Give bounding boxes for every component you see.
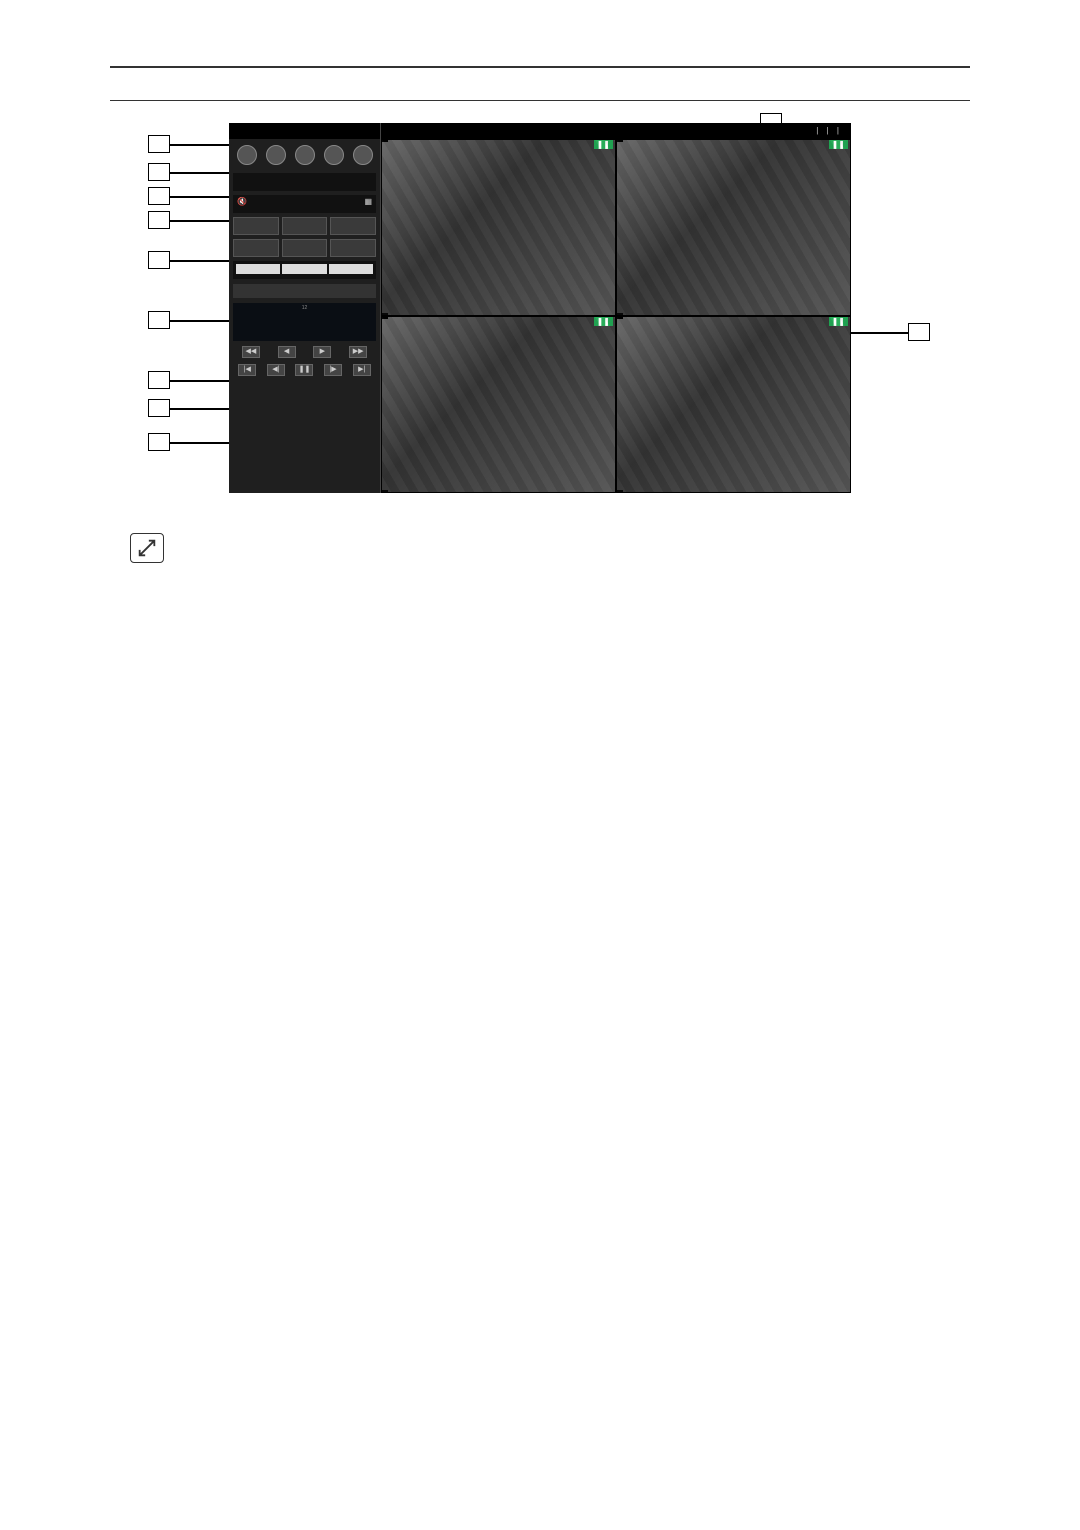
fast-forward-button[interactable]: ▶▶ <box>349 346 367 358</box>
cam-1-pause-icon: ❚❚ <box>594 140 613 149</box>
callout-11 <box>908 323 930 341</box>
cam-3-timestamp <box>382 490 388 492</box>
sequence-button[interactable] <box>233 217 279 235</box>
callout-3 <box>148 163 170 181</box>
skip-start-button[interactable]: |◀ <box>238 364 256 376</box>
callout-8 <box>148 371 170 389</box>
notes-block <box>130 533 970 563</box>
capture-button[interactable] <box>233 239 279 257</box>
note-icon <box>130 533 164 563</box>
previous-button[interactable] <box>282 217 328 235</box>
cam-4-timestamp <box>617 490 623 492</box>
cam-1-label <box>382 140 388 142</box>
annotated-screenshot: 🔇 ▦ <box>150 123 930 493</box>
cam-3-pause-icon: ❚❚ <box>594 317 613 326</box>
search-viewer-screenshot: 🔇 ▦ <box>229 123 851 493</box>
dvr-info-bar <box>233 173 376 191</box>
cam-tile-1: ❚❚ <box>381 139 616 316</box>
capture-row <box>233 239 376 257</box>
timeline[interactable]: 12 <box>233 303 376 341</box>
section-title <box>110 94 970 101</box>
cam-4-pause-icon: ❚❚ <box>829 317 848 326</box>
callout-6 <box>148 251 170 269</box>
cam-2-timestamp <box>617 313 623 315</box>
header-ip <box>229 123 380 139</box>
split-9-icon[interactable] <box>295 145 315 165</box>
step-back-button[interactable]: ◀| <box>267 364 285 376</box>
callout-1 <box>148 135 170 153</box>
top-menu: | | | <box>381 123 851 139</box>
next-button[interactable] <box>330 217 376 235</box>
osd-format-bar: 🔇 ▦ <box>233 195 376 213</box>
playback-row-2: |◀ ◀| ❚❚ |▶ ▶| <box>233 364 376 376</box>
cam-tile-2: ❚❚ <box>616 139 851 316</box>
calendar <box>233 261 376 279</box>
play-button[interactable]: ▶ <box>313 346 331 358</box>
cam-2-pause-icon: ❚❚ <box>829 140 848 149</box>
cam-2-label <box>617 140 623 142</box>
calendar-today-button[interactable] <box>329 264 373 274</box>
print-button[interactable] <box>282 239 328 257</box>
step-forward-button[interactable]: |▶ <box>324 364 342 376</box>
calendar-month[interactable] <box>282 264 326 274</box>
record-button[interactable] <box>330 239 376 257</box>
playback-row-1: ◀◀ ◀ ▶ ▶▶ <box>233 346 376 358</box>
chapter-title <box>110 60 970 68</box>
pause-button[interactable]: ❚❚ <box>295 364 313 376</box>
callout-7 <box>148 311 170 329</box>
callout-4 <box>148 187 170 205</box>
cam-tile-3: ❚❚ <box>381 316 616 493</box>
split-16-icon[interactable] <box>324 145 344 165</box>
split-buttons <box>229 139 380 171</box>
cam-4-label <box>617 317 623 319</box>
fast-rewind-button[interactable]: ◀◀ <box>242 346 260 358</box>
split-4-icon[interactable] <box>266 145 286 165</box>
fullscreen-icon[interactable] <box>353 145 373 165</box>
split-1-icon[interactable] <box>237 145 257 165</box>
cam-1-timestamp <box>382 313 388 315</box>
callout-9 <box>148 399 170 417</box>
sequence-row <box>233 217 376 235</box>
callout-10 <box>148 433 170 451</box>
calendar-year[interactable] <box>236 264 280 274</box>
cam-3-label <box>382 317 388 319</box>
overlapped-data-row <box>233 284 376 298</box>
rewind-button[interactable]: ◀ <box>278 346 296 358</box>
osd-toggle-icon[interactable]: ▦ <box>364 197 372 211</box>
callout-5 <box>148 211 170 229</box>
cam-tile-4: ❚❚ <box>616 316 851 493</box>
speaker-icon[interactable]: 🔇 <box>237 197 247 211</box>
skip-end-button[interactable]: ▶| <box>353 364 371 376</box>
